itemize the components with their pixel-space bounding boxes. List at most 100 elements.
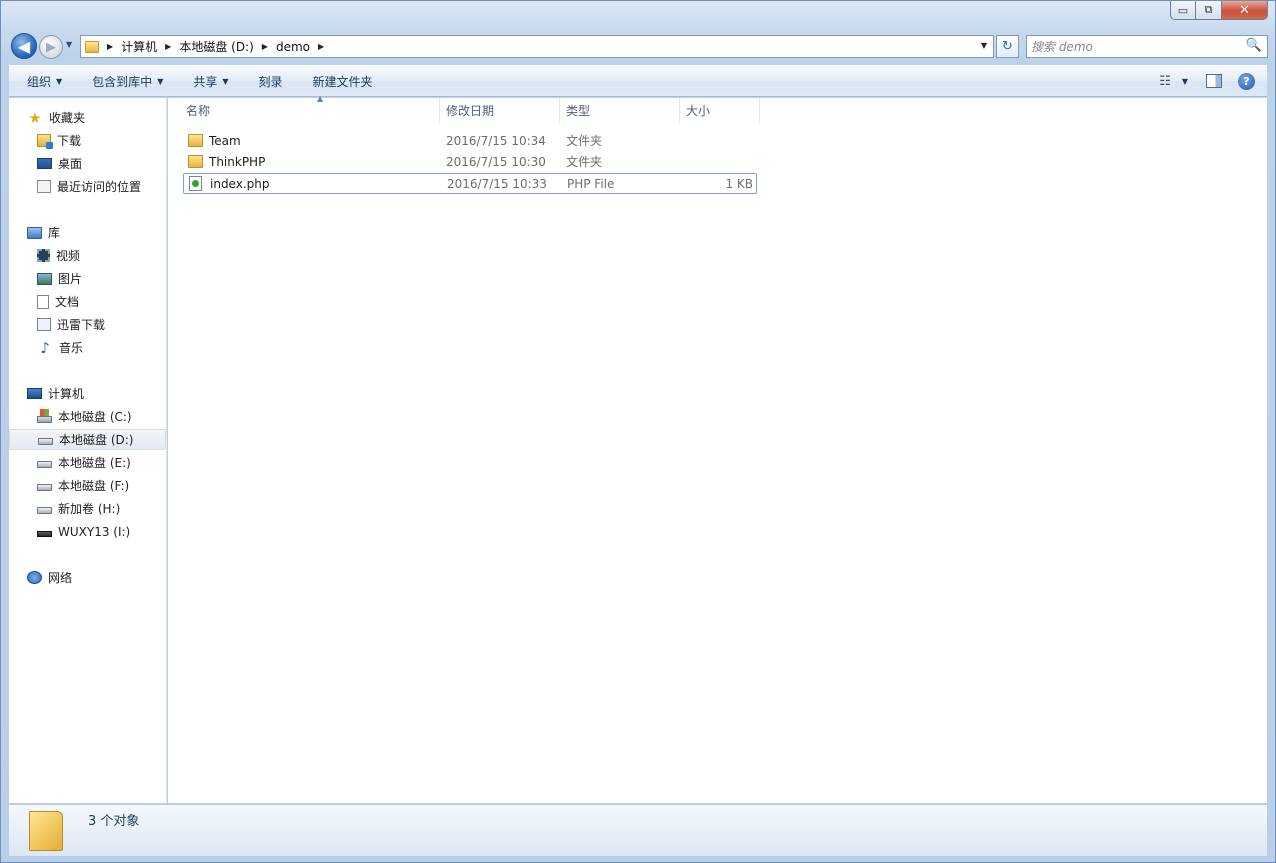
- file-modified: 2016/7/15 10:30: [446, 154, 546, 169]
- sidebar-item-pictures[interactable]: 图片: [37, 268, 82, 289]
- refresh-icon: ↻: [1002, 39, 1013, 54]
- toolbar-right: ☷ ▼ ?: [1159, 66, 1267, 96]
- file-row-team[interactable]: Team 2016/7/15 10:34 文件夹: [183, 130, 757, 151]
- chevron-down-icon: ▼: [157, 76, 164, 86]
- column-header-name[interactable]: ▲ 名称: [180, 94, 440, 123]
- file-type: 文件夹: [566, 134, 603, 148]
- chevron-right-icon[interactable]: ▶: [165, 42, 171, 51]
- share-menu[interactable]: 共享 ▼: [175, 66, 240, 96]
- music-note-icon: ♪: [40, 338, 50, 357]
- sidebar-item-videos[interactable]: 视频: [37, 245, 80, 266]
- sidebar-item-label: 下载: [57, 134, 82, 148]
- sidebar-item-label: 本地磁盘 (E:): [58, 456, 131, 470]
- sidebar-item-drive-e[interactable]: 本地磁盘 (E:): [37, 452, 131, 473]
- forward-button[interactable]: ▶: [39, 35, 63, 59]
- change-view-icon[interactable]: ☷: [1159, 74, 1171, 89]
- video-icon: [37, 249, 50, 262]
- file-row-index-php[interactable]: index.php 2016/7/15 10:33 PHP File 1 KB: [183, 173, 757, 194]
- sidebar-item-label: 文档: [55, 295, 80, 309]
- star-icon: ★: [28, 108, 42, 127]
- column-header-date[interactable]: 修改日期: [440, 98, 560, 123]
- title-bar: ▭ ⧉ ✕: [1, 1, 1275, 27]
- folder-icon: [188, 134, 203, 147]
- new-folder-button[interactable]: 新建文件夹: [295, 66, 385, 96]
- include-in-library-label: 包含到库中: [92, 74, 153, 89]
- new-folder-label: 新建文件夹: [312, 74, 373, 89]
- sidebar-item-downloads[interactable]: 下载: [37, 130, 81, 151]
- column-header-label: 名称: [186, 104, 211, 118]
- sidebar-item-drive-d[interactable]: 本地磁盘 (D:): [9, 429, 166, 450]
- breadcrumb-computer[interactable]: 计算机: [121, 38, 157, 55]
- file-type: 文件夹: [566, 155, 603, 169]
- chevron-down-icon: ▼: [222, 76, 229, 86]
- file-type: PHP File: [567, 176, 615, 191]
- sidebar-computer[interactable]: 计算机: [27, 383, 84, 404]
- sidebar-network[interactable]: 网络: [27, 567, 72, 588]
- sidebar-item-desktop[interactable]: 桌面: [37, 153, 82, 174]
- chevron-right-icon[interactable]: ▶: [262, 42, 268, 51]
- sidebar-item-label: 最近访问的位置: [57, 180, 142, 194]
- command-bar: 组织 ▼ 包含到库中 ▼ 共享 ▼ 刻录 新建文件夹 ☷ ▼ ?: [9, 65, 1267, 97]
- file-size: [686, 151, 752, 172]
- search-input[interactable]: [1031, 38, 1243, 55]
- computer-icon: [27, 388, 42, 399]
- column-header-label: 类型: [566, 104, 591, 118]
- explorer-window: ▭ ⧉ ✕ ◀ ▶ ▼ ▶ 计算机 ▶ 本地磁盘 (D:) ▶ demo ▶ ▼…: [0, 0, 1276, 863]
- network-icon: [27, 571, 42, 584]
- include-in-library-menu[interactable]: 包含到库中 ▼: [74, 66, 175, 96]
- view-dropdown-icon[interactable]: ▼: [1182, 77, 1188, 86]
- file-name-cell: index.php: [189, 174, 269, 193]
- file-name-cell: Team: [188, 130, 241, 151]
- breadcrumb-demo[interactable]: demo: [276, 40, 310, 54]
- sidebar-item-drive-h[interactable]: 新加卷 (H:): [37, 498, 120, 519]
- sidebar-item-label: WUXY13 (I:): [58, 524, 131, 539]
- sidebar-libraries[interactable]: 库: [27, 222, 60, 243]
- help-icon[interactable]: ?: [1238, 72, 1255, 90]
- maximize-button[interactable]: ⧉: [1196, 1, 1222, 20]
- chevron-right-icon[interactable]: ▶: [107, 42, 113, 51]
- sort-ascending-icon: ▲: [317, 94, 324, 103]
- burn-button[interactable]: 刻录: [241, 66, 295, 96]
- drive-icon: [37, 484, 52, 491]
- search-icon[interactable]: 🔍: [1246, 38, 1262, 53]
- close-button[interactable]: ✕: [1222, 1, 1268, 20]
- chevron-right-icon[interactable]: ▶: [318, 42, 324, 51]
- sidebar-item-documents[interactable]: 文档: [37, 291, 79, 312]
- sidebar-item-thunder-downloads[interactable]: 迅雷下载: [37, 314, 105, 335]
- document-icon: [37, 294, 49, 309]
- file-name: index.php: [210, 176, 270, 191]
- sidebar-item-label: 视频: [56, 249, 81, 263]
- preview-pane-icon[interactable]: [1206, 74, 1222, 88]
- address-dropdown-icon[interactable]: ▼: [981, 41, 987, 50]
- file-size: [686, 130, 752, 151]
- sidebar-item-drive-i[interactable]: WUXY13 (I:): [37, 521, 130, 542]
- column-header-label: 修改日期: [446, 104, 495, 118]
- desktop-icon: [37, 158, 52, 169]
- sidebar-item-drive-c[interactable]: 本地磁盘 (C:): [37, 406, 132, 427]
- sidebar-item-recent-places[interactable]: 最近访问的位置: [37, 176, 141, 197]
- thunder-downloads-icon: [37, 318, 51, 331]
- file-size: 1 KB: [725, 176, 753, 191]
- organize-menu[interactable]: 组织 ▼: [9, 66, 74, 96]
- sidebar-item-label: 图片: [58, 272, 83, 286]
- file-name-cell: ThinkPHP: [188, 151, 265, 172]
- burn-label: 刻录: [258, 74, 283, 89]
- history-dropdown-icon[interactable]: ▼: [66, 40, 72, 49]
- sidebar-computer-label: 计算机: [48, 387, 85, 401]
- refresh-button[interactable]: ↻: [996, 35, 1019, 58]
- file-list: ▲ 名称 修改日期 类型 大小 Team 2016/7/15 10:34 文件夹…: [168, 94, 1267, 803]
- back-button[interactable]: ◀: [11, 33, 37, 59]
- drive-icon: [37, 507, 52, 514]
- file-row-thinkphp[interactable]: ThinkPHP 2016/7/15 10:30 文件夹: [183, 151, 757, 172]
- column-header-size[interactable]: 大小: [680, 98, 760, 123]
- sidebar-item-label: 新加卷 (H:): [58, 502, 121, 516]
- breadcrumb-drive-d[interactable]: 本地磁盘 (D:): [179, 38, 253, 55]
- sidebar-favorites[interactable]: ★ 收藏夹: [27, 107, 85, 128]
- search-box[interactable]: 🔍: [1026, 35, 1268, 58]
- column-header-type[interactable]: 类型: [560, 98, 680, 123]
- address-bar[interactable]: ▶ 计算机 ▶ 本地磁盘 (D:) ▶ demo ▶ ▼: [80, 35, 994, 58]
- sidebar-item-drive-f[interactable]: 本地磁盘 (F:): [37, 475, 129, 496]
- details-pane: 3 个对象: [9, 804, 1267, 856]
- sidebar-item-music[interactable]: ♪ 音乐: [37, 337, 83, 358]
- minimize-button[interactable]: ▭: [1170, 1, 1196, 20]
